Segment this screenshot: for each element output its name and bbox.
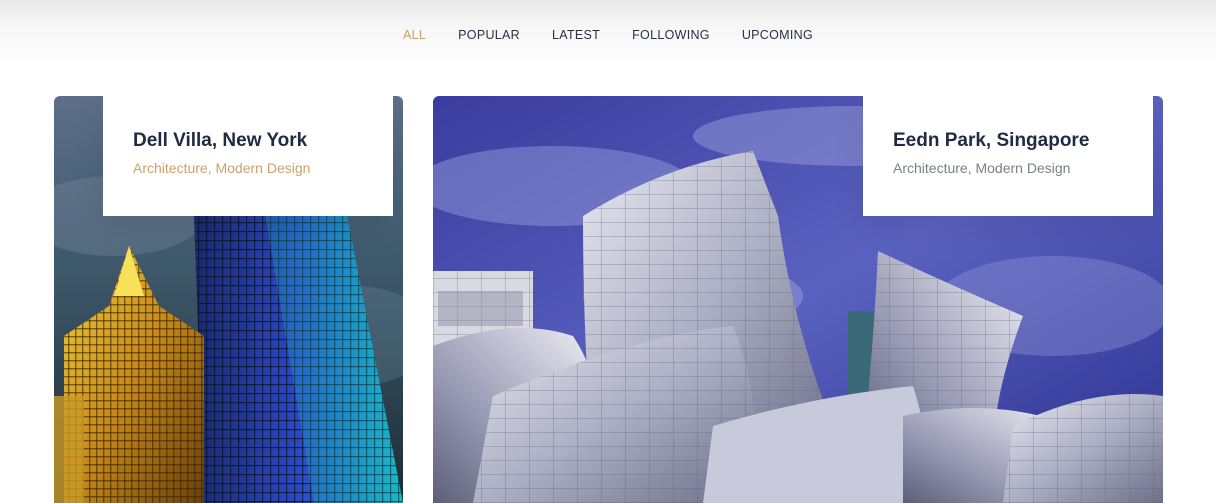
card-subtitle: Architecture, Modern Design — [133, 160, 311, 176]
filter-upcoming[interactable]: UPCOMING — [726, 27, 829, 43]
card-caption: Dell Villa, New York Architecture, Moder… — [103, 96, 393, 216]
card-subtitle: Architecture, Modern Design — [893, 160, 1071, 176]
card-title[interactable]: Eedn Park, Singapore — [893, 130, 1089, 152]
filter-nav: ALL POPULAR LATEST FOLLOWING UPCOMING — [0, 27, 1216, 43]
filter-popular[interactable]: POPULAR — [442, 27, 536, 43]
card-title[interactable]: Dell Villa, New York — [133, 130, 307, 152]
project-card-eedn-park[interactable]: Eedn Park, Singapore Architecture, Moder… — [433, 96, 1163, 503]
filter-all[interactable]: ALL — [387, 27, 442, 43]
filter-following[interactable]: FOLLOWING — [616, 27, 726, 43]
filter-latest[interactable]: LATEST — [536, 27, 616, 43]
card-caption: Eedn Park, Singapore Architecture, Moder… — [863, 96, 1153, 216]
project-card-dell-villa[interactable]: Dell Villa, New York Architecture, Moder… — [54, 96, 403, 503]
